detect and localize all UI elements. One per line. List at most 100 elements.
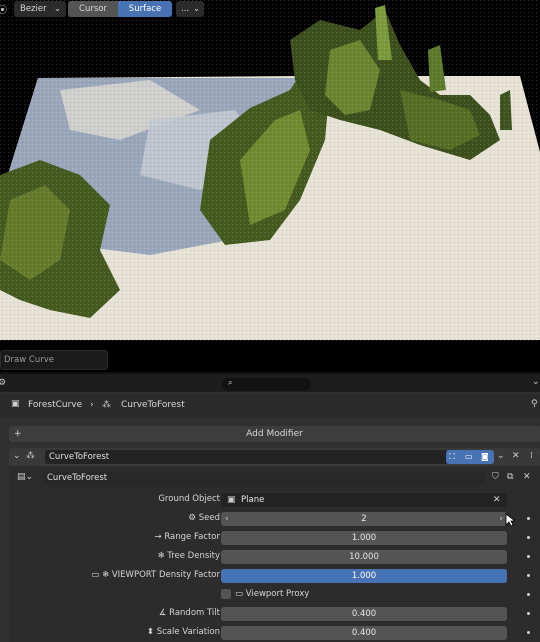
scale-icon: ⬍ — [146, 627, 157, 637]
seed-label: ⚙ Seed — [188, 513, 220, 523]
add-modifier-label: Add Modifier — [246, 429, 303, 439]
node-tree-icon[interactable]: ▤⌄ — [17, 472, 33, 482]
cursor-mode-button[interactable]: Cursor — [68, 1, 118, 17]
random-tilt-label-text: Random Tilt — [169, 608, 220, 618]
unlink-icon[interactable]: ✕ — [523, 472, 531, 482]
viewport-density-factor-row: ▭ ❄ VIEWPORT Density Factor 1.000 — [9, 569, 540, 584]
curve-type-label: Bezier — [20, 4, 47, 14]
viewport-density-factor-label-text: VIEWPORT Density Factor — [111, 570, 220, 580]
seed-value: 2 — [361, 514, 367, 524]
viewport-proxy-label: ▭ Viewport Proxy — [235, 589, 309, 599]
chevron-down-icon[interactable]: ⌄ — [532, 377, 540, 387]
object-icon: ▣ — [227, 495, 236, 505]
viewport-header: ⦿ Bezier ⌄ Cursor Surface ... ⌄ — [0, 0, 540, 18]
keyframe-dot[interactable] — [527, 593, 530, 596]
viewport-toggle-icon[interactable]: ▭ — [465, 452, 473, 461]
viewport-proxy-checkbox[interactable] — [221, 589, 231, 599]
tree-density-label: ❄ Tree Density — [157, 551, 220, 561]
modifier-menu-chevron-icon[interactable]: ⌄ — [497, 451, 505, 461]
decrement-arrow-icon[interactable]: ‹ — [225, 512, 229, 526]
duplicate-icon[interactable]: ⧉ — [507, 472, 513, 482]
3d-viewport[interactable]: ⦿ Bezier ⌄ Cursor Surface ... ⌄ Draw Cur… — [0, 0, 540, 372]
increment-arrow-icon[interactable]: › — [499, 512, 503, 526]
angle-icon: ∡ — [158, 608, 170, 618]
modifier-panel: ⌄ ⁂ CurveToForest ⛶ ▭ ◙ ⌄ ✕ ⁞ ▤⌄ CurveTo… — [9, 448, 540, 642]
random-tilt-field[interactable]: 0.400 — [221, 607, 507, 621]
ground-object-label: Ground Object — [158, 494, 220, 504]
seed-icon: ⚙ — [188, 513, 199, 523]
clear-icon[interactable]: ✕ — [493, 493, 501, 507]
forest-scene-render[interactable] — [0, 0, 540, 372]
tree-density-row: ❄ Tree Density 10.000 — [9, 550, 540, 565]
pin-icon[interactable]: ⚲ — [531, 399, 538, 409]
breadcrumb: ▣ ForestCurve › ⁂ CurveToForest ⚲ — [0, 394, 540, 418]
scale-variation-field[interactable]: 0.400 — [221, 626, 507, 640]
edit-mode-toggle-icon[interactable]: ⛶ — [449, 452, 455, 462]
random-tilt-row: ∡ Random Tilt 0.400 — [9, 607, 540, 622]
more-options-label: ... — [181, 4, 190, 14]
range-factor-field[interactable]: 1.000 — [221, 531, 507, 545]
properties-header: ⚙ ⌕ ⌄ — [0, 372, 540, 392]
collapse-chevron-icon[interactable]: ⌄ — [13, 451, 21, 461]
search-icon: ⌕ — [228, 378, 233, 387]
scale-variation-label-text: Scale Variation — [156, 627, 220, 637]
keyframe-dot[interactable] — [527, 517, 530, 520]
keyframe-dot[interactable] — [527, 555, 530, 558]
snowflake-icon: ❄ — [157, 551, 168, 561]
properties-editor: ⚙ ⌕ ⌄ ▣ ForestCurve › ⁂ CurveToForest ⚲ … — [0, 372, 540, 642]
range-factor-label-text: Range Factor — [164, 532, 220, 542]
render-toggle-icon[interactable]: ◙ — [481, 452, 489, 461]
scale-variation-row: ⬍ Scale Variation 0.400 — [9, 626, 540, 641]
curve-type-dropdown[interactable]: Bezier ⌄ — [14, 1, 66, 17]
drag-handle-icon[interactable]: ⁞ — [530, 451, 533, 461]
chevron-down-icon: ⌄ — [192, 4, 200, 14]
ground-object-field[interactable]: ▣ Plane ✕ — [221, 493, 507, 507]
modifier-header: ⌄ ⁂ CurveToForest ⛶ ▭ ◙ ⌄ ✕ ⁞ — [9, 448, 540, 466]
search-input[interactable]: ⌕ — [222, 378, 311, 391]
last-operator-panel[interactable]: Draw Curve — [0, 350, 108, 370]
arrow-right-icon: → — [154, 532, 165, 542]
seed-row: ⚙ Seed ‹ 2 › — [9, 512, 540, 527]
more-options-dropdown[interactable]: ... ⌄ — [176, 1, 204, 17]
keyframe-dot[interactable] — [527, 536, 530, 539]
ground-object-value: Plane — [241, 495, 265, 505]
ground-object-row: Ground Object ▣ Plane ✕ — [9, 493, 540, 508]
keyframe-dot[interactable] — [527, 574, 530, 577]
breadcrumb-modifier: CurveToForest — [121, 400, 185, 410]
chevron-down-icon: ⌄ — [53, 4, 61, 14]
add-modifier-button[interactable]: + Add Modifier — [9, 426, 540, 442]
range-factor-row: → Range Factor 1.000 — [9, 531, 540, 546]
seed-label-text: Seed — [198, 513, 220, 523]
modifier-visibility-toggles: ⛶ ▭ ◙ — [446, 450, 494, 464]
viewport-proxy-label-text: Viewport Proxy — [245, 589, 310, 599]
fake-user-shield-icon[interactable]: ⛉ — [492, 472, 499, 482]
geometry-nodes-icon: ⁂ — [26, 451, 35, 461]
node-group-field[interactable]: CurveToForest — [43, 471, 485, 485]
viewport-density-factor-label: ▭ ❄ VIEWPORT Density Factor — [91, 570, 220, 580]
keyframe-dot[interactable] — [527, 612, 530, 615]
breadcrumb-separator-icon: › — [90, 400, 94, 410]
scale-variation-label: ⬍ Scale Variation — [147, 627, 220, 637]
draw-curve-label: Draw Curve — [4, 355, 54, 365]
monitor-icon: ▭ — [91, 570, 103, 580]
tree-density-field[interactable]: 10.000 — [221, 550, 507, 564]
breadcrumb-object: ForestCurve — [28, 400, 83, 410]
editor-type-icon[interactable]: ⚙ — [0, 378, 6, 388]
mouse-cursor-icon — [505, 513, 515, 527]
viewport-density-factor-field[interactable]: 1.000 — [221, 569, 507, 583]
node-group-row: ▤⌄ CurveToForest ⛉ ⧉ ✕ — [13, 470, 540, 486]
random-tilt-label: ∡ Random Tilt — [159, 608, 220, 618]
viewport-proxy-row: ▭ Viewport Proxy — [9, 588, 540, 603]
close-icon[interactable]: ✕ — [512, 451, 520, 461]
range-factor-label: → Range Factor — [155, 532, 221, 542]
tree-density-label-text: Tree Density — [167, 551, 220, 561]
curve-tool-icon[interactable]: ⦿ — [0, 3, 7, 16]
modifier-name-field[interactable]: CurveToForest — [45, 450, 449, 464]
seed-field[interactable]: ‹ 2 › — [221, 512, 507, 526]
keyframe-dot[interactable] — [527, 631, 530, 634]
snowflake-icon: ❄ — [102, 570, 112, 580]
monitor-icon: ▭ — [235, 589, 246, 599]
surface-mode-button[interactable]: Surface — [118, 1, 172, 17]
curve-object-icon: ▣ — [11, 399, 20, 409]
geometry-nodes-icon: ⁂ — [102, 400, 111, 410]
